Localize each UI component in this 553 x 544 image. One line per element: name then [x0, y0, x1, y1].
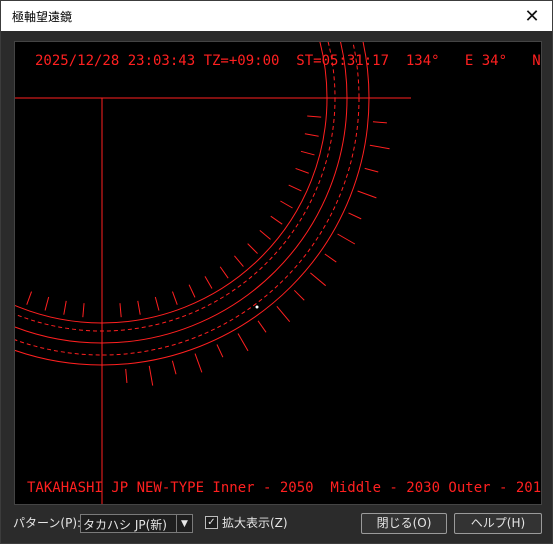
pattern-dropdown[interactable]: タカハシ JP(新) ▼	[80, 514, 193, 533]
polar-scope-view: 2025/12/28 23:03:43 TZ=+09:00 ST=05:31:1…	[14, 41, 542, 505]
reticle-tick-outer	[125, 368, 128, 383]
reticle-tick-inner	[44, 296, 50, 311]
reticle-tick-inner	[82, 303, 85, 318]
chevron-down-icon[interactable]: ▼	[176, 515, 192, 532]
reticle-tick-outer	[369, 144, 390, 150]
window-title: 極軸望遠鏡	[12, 10, 73, 24]
reticle-tick-outer	[337, 233, 356, 245]
reticle-tick-outer	[237, 333, 249, 352]
reticle-tick-inner	[295, 167, 309, 174]
reticle-tick-outer	[148, 365, 154, 386]
reticle-tick-outer	[257, 320, 267, 333]
zoom-label[interactable]: 拡大表示(Z)	[222, 514, 288, 531]
reticle-tick-inner	[304, 133, 319, 137]
pattern-label: パターン(P):	[13, 516, 82, 530]
reticle-tick-inner	[270, 215, 283, 225]
reticle-tick-inner	[300, 150, 315, 156]
footer-bar: パターン(P): タカハシ JP(新) ▼ ✓ 拡大表示(Z) 閉じる(O) ヘ…	[1, 506, 552, 543]
reticle-tick-outer	[293, 289, 305, 301]
zoom-checkbox[interactable]: ✓	[205, 516, 218, 529]
reticle-canvas: 2025/12/28 23:03:43 TZ=+09:00 ST=05:31:1…	[15, 42, 541, 504]
reticle-tick-inner	[307, 115, 322, 118]
reticle-tick-inner	[188, 284, 196, 298]
reticle-tick-outer	[348, 212, 362, 220]
reticle-ring	[15, 42, 336, 332]
close-button[interactable]: 閉じる(O)	[361, 513, 447, 534]
reticle-tick-inner	[259, 230, 271, 240]
reticle-tick-inner	[280, 200, 293, 209]
reticle-tick-inner	[26, 291, 33, 305]
reticle-tick-outer	[216, 344, 224, 358]
reticle-tick-inner	[63, 300, 67, 315]
reticle-tick-inner	[234, 255, 244, 267]
polaris-marker	[255, 305, 259, 309]
status-line: 2025/12/28 23:03:43 TZ=+09:00 ST=05:31:1…	[35, 53, 541, 69]
help-button[interactable]: ヘルプ(H)	[454, 513, 542, 534]
close-icon[interactable]: ✕	[512, 1, 552, 31]
reticle-ring	[15, 42, 360, 356]
reticle-tick-inner	[204, 276, 213, 289]
polar-scope-window: 極軸望遠鏡 ✕ 2025/12/28 23:03:43 TZ=+09:00 ST…	[0, 0, 553, 544]
reticle-tick-outer	[194, 353, 203, 373]
reticle-tick-inner	[288, 184, 302, 192]
reticle-ring	[15, 42, 328, 324]
reticle-ring	[15, 42, 348, 344]
pattern-caption: TAKAHASHI JP NEW-TYPE Inner - 2050 Middl…	[27, 480, 541, 496]
reticle-tick-inner	[154, 296, 160, 311]
pattern-dropdown-value: タカハシ JP(新)	[83, 518, 167, 532]
reticle-tick-inner	[219, 266, 229, 279]
reticle-tick-outer	[364, 167, 379, 173]
reticle-ring	[15, 42, 370, 366]
reticle-tick-outer	[324, 253, 337, 263]
reticle-tick-outer	[171, 360, 177, 375]
reticle-tick-outer	[310, 272, 327, 287]
reticle-tick-outer	[357, 190, 377, 199]
reticle-tick-inner	[137, 300, 141, 315]
reticle-tick-outer	[372, 121, 387, 124]
title-bar: 極軸望遠鏡 ✕	[1, 1, 552, 31]
reticle-tick-inner	[119, 303, 122, 318]
reticle-tick-outer	[276, 306, 291, 323]
reticle-tick-inner	[247, 243, 258, 254]
reticle-tick-inner	[171, 291, 178, 305]
